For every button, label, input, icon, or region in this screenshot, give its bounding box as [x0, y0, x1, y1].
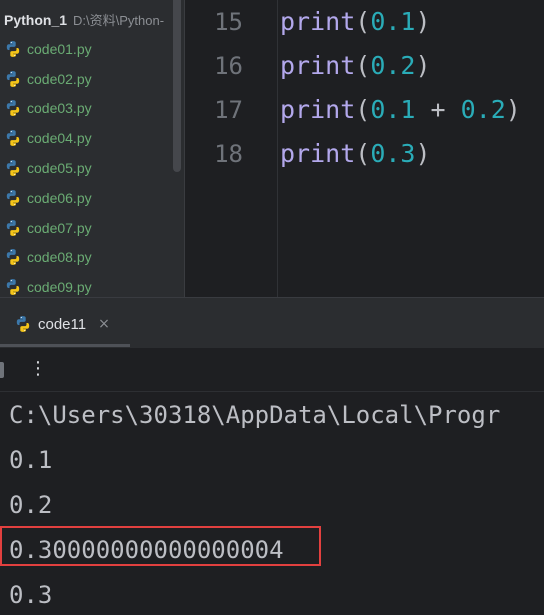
console-line: 0.3: [9, 581, 53, 609]
function-token: print: [280, 95, 356, 124]
python-file-icon: [6, 160, 20, 176]
file-name: code03.py: [27, 100, 92, 117]
console-line: 0.2: [9, 491, 53, 519]
code-line: 17 print(0.1 + 0.2): [185, 88, 544, 132]
active-tab-indicator: [0, 344, 130, 347]
paren-token: ): [415, 51, 431, 80]
paren-token: ): [415, 7, 431, 36]
number-token: 0.3: [370, 139, 416, 168]
number-token: 0.1: [370, 7, 416, 36]
python-file-icon: [6, 190, 20, 206]
highlight-box: [0, 526, 321, 566]
close-icon[interactable]: ×: [98, 316, 110, 332]
code-line: 15 print(0.1): [185, 0, 544, 44]
number-token: 0.2: [370, 51, 416, 80]
python-file-icon: [6, 249, 20, 266]
file-name: code01.py: [27, 40, 92, 57]
file-item[interactable]: code03.py: [0, 94, 184, 124]
number-token: 0.1: [370, 95, 416, 124]
python-file-icon: [6, 70, 20, 87]
paren-token: ): [505, 95, 521, 124]
project-name: Python_1: [4, 12, 68, 28]
operator-token: +: [415, 95, 461, 124]
paren-token: ): [415, 139, 431, 168]
python-file-icon: [6, 279, 20, 296]
file-item[interactable]: code09.py: [0, 272, 184, 297]
file-name: code06.py: [27, 189, 92, 206]
line-number: 18: [214, 140, 243, 168]
number-token: 0.2: [460, 95, 506, 124]
code-line: 16 print(0.2): [185, 44, 544, 88]
paren-token: (: [355, 7, 371, 36]
paren-token: (: [355, 95, 371, 124]
file-name: code02.py: [27, 70, 92, 87]
function-token: print: [280, 51, 356, 80]
python-icon: [16, 316, 30, 332]
file-item[interactable]: code05.py: [0, 153, 184, 183]
tree-scrollbar[interactable]: [173, 0, 181, 172]
file-item[interactable]: code08.py: [0, 243, 184, 273]
file-tree: code01.py code02.py code03.py code04.py code…: [0, 34, 184, 297]
code-editor[interactable]: 15 print(0.1) 16 print(0.2) 17 print(0.1 + 0.…: [185, 0, 544, 297]
file-name: code04.py: [27, 130, 92, 147]
more-options-icon[interactable]: ⋮: [28, 357, 48, 381]
toolbar-edge-button[interactable]: [0, 362, 4, 378]
file-name: code05.py: [27, 160, 92, 177]
tab-run-code11[interactable]: code11 ×: [14, 310, 110, 338]
file-name: code08.py: [27, 249, 92, 266]
code-text: print(0.2): [280, 44, 431, 88]
file-item[interactable]: code07.py: [0, 213, 184, 243]
code-text: print(0.3): [280, 132, 431, 176]
file-name: code09.py: [27, 279, 92, 296]
file-item[interactable]: code06.py: [0, 183, 184, 213]
project-panel: Python_1 D:\资料\Python- code01.py code02.py…: [0, 0, 184, 297]
code-text: print(0.1 + 0.2): [280, 88, 521, 132]
tab-label: code11: [38, 315, 87, 333]
console-toolbar: ⋮: [0, 348, 544, 392]
file-name: code07.py: [27, 219, 92, 236]
file-item[interactable]: code04.py: [0, 123, 184, 153]
console-line: 0.1: [9, 446, 53, 474]
code-line: 18 print(0.3): [185, 132, 544, 176]
file-item[interactable]: code01.py: [0, 34, 184, 64]
python-file-icon: [6, 130, 20, 147]
line-number: 16: [214, 52, 243, 80]
project-path: D:\资料\Python-: [73, 13, 165, 28]
function-token: print: [280, 139, 356, 168]
line-number: 15: [214, 8, 243, 36]
file-item[interactable]: code02.py: [0, 64, 184, 94]
python-file-icon: [6, 219, 20, 236]
console-line: C:\Users\30318\AppData\Local\Progr: [9, 401, 501, 429]
run-tool-window-header: code11 ×: [0, 298, 544, 348]
project-root[interactable]: Python_1 D:\资料\Python-: [4, 10, 164, 30]
function-token: print: [280, 7, 356, 36]
python-file-icon: [6, 100, 20, 117]
python-file-icon: [6, 41, 20, 57]
code-text: print(0.1): [280, 0, 431, 44]
console-output[interactable]: C:\Users\30318\AppData\Local\Progr 0.1 0.2…: [0, 392, 544, 615]
paren-token: (: [355, 139, 371, 168]
paren-token: (: [355, 51, 371, 80]
line-number: 17: [214, 96, 243, 124]
